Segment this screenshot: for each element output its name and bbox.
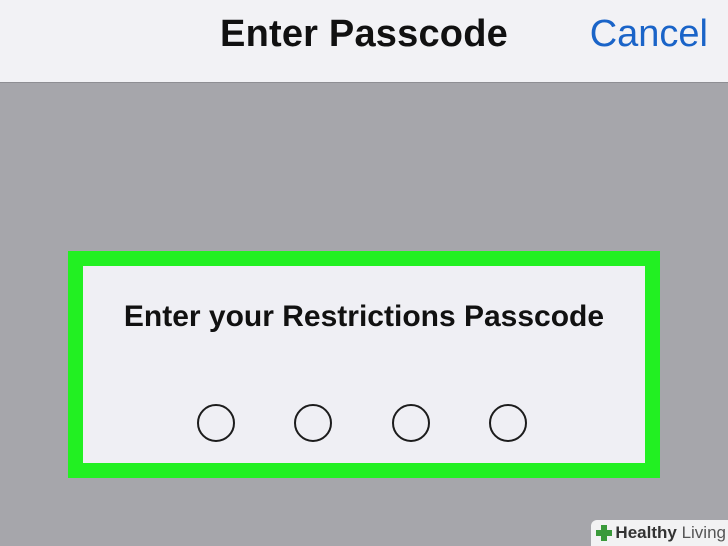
highlight-frame: Enter your Restrictions Passcode [68, 251, 660, 478]
passcode-digit-2[interactable] [294, 404, 332, 442]
watermark-light-text: Living [681, 523, 726, 542]
plus-logo-icon [596, 525, 613, 541]
cancel-button[interactable]: Cancel [590, 13, 708, 56]
passcode-dots[interactable] [83, 404, 645, 448]
passcode-digit-1[interactable] [197, 404, 235, 442]
passcode-digit-4[interactable] [489, 404, 527, 442]
watermark: Healthy Living [591, 520, 728, 546]
passcode-digit-3[interactable] [392, 404, 430, 442]
watermark-bold-text: Healthy [615, 523, 677, 542]
navigation-bar: Enter Passcode Cancel [0, 0, 728, 83]
passcode-card: Enter your Restrictions Passcode [83, 266, 645, 463]
passcode-prompt: Enter your Restrictions Passcode [123, 300, 605, 333]
